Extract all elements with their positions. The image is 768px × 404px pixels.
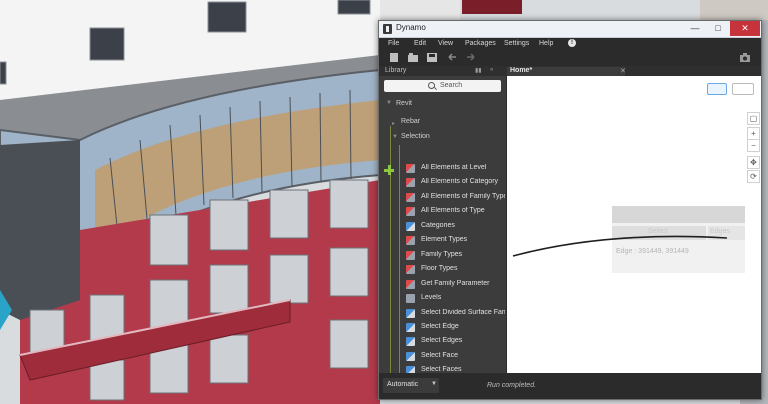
library-node-item[interactable]: Family Types	[406, 249, 504, 263]
node-type-icon	[406, 250, 415, 260]
redo-icon[interactable]	[466, 53, 476, 62]
node-type-icon	[406, 308, 415, 318]
tab-home[interactable]: Home* ✕	[507, 67, 626, 76]
tree-selection[interactable]: Selection	[401, 133, 430, 140]
library-node-label: All Elements of Type	[421, 207, 485, 215]
title-bar[interactable]: Dynamo — □ ✕	[379, 21, 761, 38]
library-header: Library ▮▮ «	[379, 66, 506, 76]
run-status-message: Run completed.	[487, 382, 537, 389]
tree-rebar[interactable]: Rebar	[401, 118, 420, 125]
tree-guide-line	[399, 145, 400, 373]
search-input[interactable]: Search	[384, 80, 501, 92]
tab-home-label: Home*	[510, 67, 533, 74]
node-type-icon	[406, 164, 415, 173]
library-node-item[interactable]: Floor Types	[406, 263, 504, 277]
dynamo-window: Dynamo — □ ✕ File Edit View Packages Set…	[378, 20, 762, 400]
library-node-label: Select Edge	[421, 322, 459, 330]
status-bar: Automatic ▼ Run completed.	[379, 373, 761, 399]
dynamo-app-icon	[383, 24, 392, 34]
library-node-item[interactable]: All Elements of Category	[406, 176, 504, 190]
library-node-label: Levels	[421, 294, 442, 302]
search-placeholder: Search	[440, 82, 463, 89]
library-node-label: Element Types	[421, 236, 468, 244]
node-type-icon	[406, 265, 415, 275]
tree-guide-line	[390, 126, 391, 373]
maximize-button[interactable]: □	[707, 21, 729, 36]
library-node-label: Floor Types	[421, 265, 458, 273]
library-panel: Library ▮▮ « Search ▼ Revit ▸ Rebar ▼ Se…	[379, 66, 506, 390]
workspace-canvas[interactable]: ▢ + − ✥ ⟳ Select Edges Edge : 391449, 39…	[507, 76, 761, 373]
menu-settings[interactable]: Settings	[504, 40, 529, 47]
library-node-item[interactable]: Select Edge	[406, 321, 504, 335]
library-node-label: Select Face	[421, 351, 458, 359]
add-node-icon[interactable]	[384, 165, 394, 175]
library-node-label: All Elements of Family Type	[421, 192, 505, 200]
tab-close-icon[interactable]: ✕	[620, 67, 626, 75]
open-file-icon[interactable]	[408, 53, 418, 62]
menu-packages[interactable]: Packages	[465, 40, 496, 47]
node-type-icon	[406, 236, 415, 246]
menu-help[interactable]: Help	[539, 40, 553, 47]
new-file-icon[interactable]	[389, 53, 399, 62]
node-type-icon	[406, 207, 415, 217]
camera-icon[interactable]	[740, 53, 750, 62]
selection-expand-icon[interactable]: ▼	[392, 134, 398, 140]
window-title: Dynamo	[396, 23, 426, 32]
library-node-label: Family Types	[421, 250, 463, 258]
node-type-icon	[406, 279, 415, 289]
undo-icon[interactable]	[447, 53, 457, 62]
selected-edge-preview	[512, 235, 728, 257]
menu-view[interactable]: View	[438, 40, 453, 47]
library-layout-icon[interactable]: ▮▮	[475, 67, 482, 74]
chevron-down-icon: ▼	[431, 381, 437, 387]
library-node-item[interactable]: Select Divided Surface Famil	[406, 307, 505, 321]
toolbar	[379, 51, 761, 65]
library-node-item[interactable]: Levels	[406, 292, 504, 306]
info-icon[interactable]: !	[568, 39, 576, 47]
library-node-item[interactable]: All Elements of Type	[406, 205, 504, 219]
tree-revit[interactable]: Revit	[396, 100, 412, 107]
search-icon	[428, 82, 435, 89]
library-node-label: Select Divided Surface Famil	[421, 308, 505, 316]
menu-edit[interactable]: Edit	[414, 40, 426, 47]
library-node-item[interactable]: Element Types	[406, 234, 504, 248]
node-type-icon	[406, 294, 415, 304]
rebar-expand-icon[interactable]: ▸	[392, 120, 395, 127]
library-node-item[interactable]: All Elements at Level	[406, 162, 504, 176]
node-type-icon	[406, 221, 415, 231]
library-node-label: All Elements at Level	[421, 164, 487, 171]
save-icon[interactable]	[427, 53, 437, 62]
library-node-label: Get Family Parameter	[421, 279, 490, 287]
run-mode-label: Automatic	[387, 381, 419, 388]
library-node-item[interactable]: Get Family Parameter	[406, 278, 504, 292]
library-node-label: Categories	[421, 221, 455, 229]
node-type-icon	[406, 322, 415, 332]
minimize-button[interactable]: —	[684, 21, 706, 36]
node-type-icon	[406, 337, 415, 347]
node-type-icon	[406, 351, 415, 361]
workspace-tab-bar: Home* ✕	[506, 66, 761, 76]
library-node-label: Select Edges	[421, 337, 463, 345]
library-node-label: All Elements of Category	[421, 178, 499, 186]
library-node-item[interactable]: Select Face	[406, 350, 504, 364]
library-node-item[interactable]: All Elements of Family Type	[406, 191, 505, 205]
library-node-item[interactable]: Categories	[406, 220, 504, 234]
node-type-icon	[406, 178, 415, 188]
revit-expand-icon[interactable]: ▼	[386, 100, 392, 106]
menu-file[interactable]: File	[388, 40, 399, 47]
node-type-icon	[406, 192, 415, 202]
library-collapse-icon[interactable]: «	[490, 67, 493, 73]
close-button[interactable]: ✕	[730, 21, 760, 36]
run-mode-dropdown[interactable]: Automatic ▼	[383, 378, 439, 393]
library-title: Library	[385, 67, 407, 74]
library-node-item[interactable]: Select Edges	[406, 335, 504, 349]
